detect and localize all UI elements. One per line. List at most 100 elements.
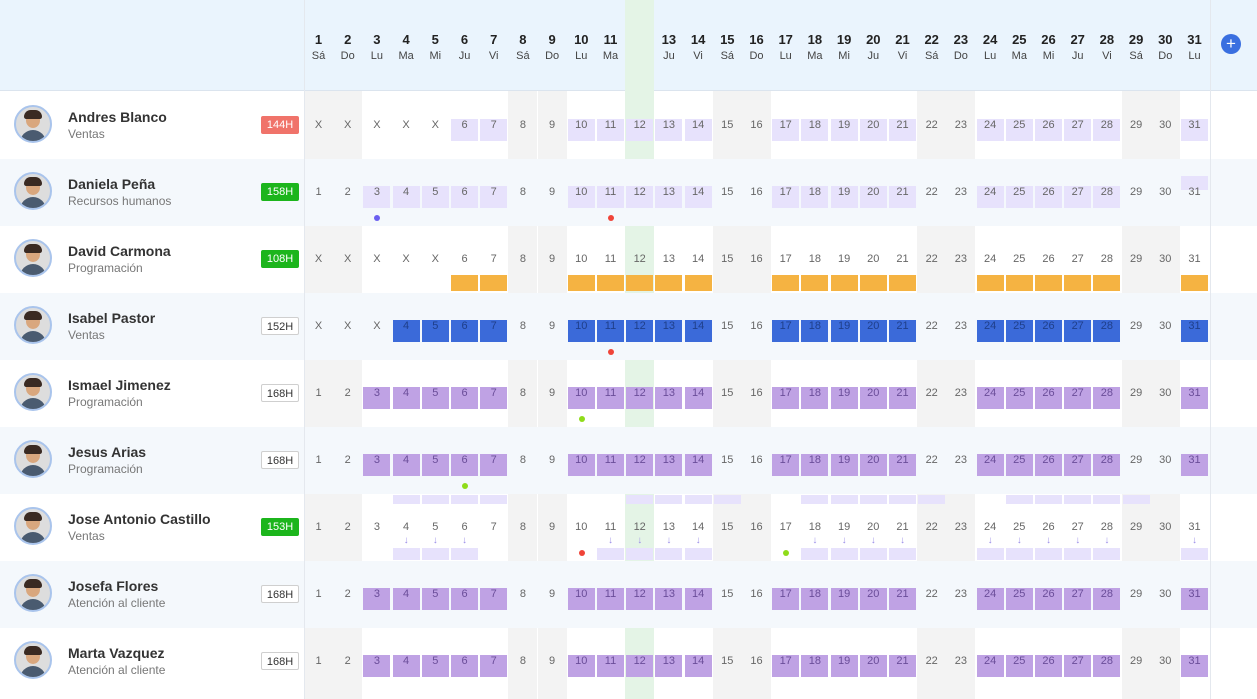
day-cell[interactable]: 31 [1180,387,1209,399]
day-cell[interactable]: 9 [538,454,567,466]
day-cell[interactable]: 3 [362,186,391,198]
day-cell[interactable]: 4 [392,588,421,600]
day-cell[interactable]: 5 [421,186,450,198]
day-cell[interactable]: 13 [654,454,683,466]
day-cell[interactable]: 3 [362,588,391,600]
event-dot[interactable] [578,550,585,556]
day-cell[interactable]: 18 [800,320,829,332]
day-cell[interactable]: 27 [1063,186,1092,198]
day-cell[interactable]: 31 [1180,253,1209,265]
day-cell[interactable]: 8 [508,320,537,332]
day-cell[interactable]: 16 [742,320,771,332]
day-cell[interactable]: 6 [450,119,479,131]
day-cell[interactable]: 20 [859,387,888,399]
day-cell[interactable]: 2 [333,655,362,667]
day-cell[interactable]: 21 [888,186,917,198]
day-cell[interactable]: 25 [1005,119,1034,131]
day-cell[interactable]: 23 [946,186,975,198]
day-cell[interactable]: 10 [567,588,596,600]
day-cell[interactable]: 7 [479,387,508,399]
day-cell[interactable]: 23 [946,320,975,332]
day-cell[interactable]: 8 [508,454,537,466]
day-cell[interactable]: 11 [596,320,625,332]
day-cell[interactable]: 26 [1034,320,1063,332]
day-cell[interactable]: 18 [800,588,829,600]
day-cell[interactable]: 18 [800,454,829,466]
day-cell[interactable]: 28 [1092,119,1121,131]
shift-block[interactable] [597,275,624,291]
shift-block[interactable] [1064,275,1092,291]
day-cell[interactable]: 9 [538,387,567,399]
day-cell[interactable]: 28 [1092,186,1121,198]
shift-block[interactable] [655,275,683,291]
day-cell[interactable]: 22 [917,320,946,332]
avatar[interactable] [14,440,52,478]
event-dot[interactable] [578,416,585,422]
day-header-6[interactable]: 6 Ju [450,0,479,90]
day-cell[interactable]: 13 [654,320,683,332]
day-cell[interactable]: 22 [917,655,946,667]
day-cell[interactable]: 6 [450,186,479,198]
day-cell[interactable]: 31 [1180,655,1209,667]
day-cell[interactable]: 7 [479,588,508,600]
day-cell[interactable]: 22 [917,521,946,533]
day-cell[interactable]: 4 [392,655,421,667]
day-cell[interactable]: 11 [596,119,625,131]
day-cell[interactable]: 15 [713,387,742,399]
employee-name[interactable]: Isabel Pastor [68,310,155,326]
day-cell[interactable]: 26 [1034,253,1063,265]
day-cell[interactable]: 8 [508,119,537,131]
day-cell[interactable]: 20 [859,588,888,600]
day-cell[interactable]: 8 [508,521,537,533]
day-header-1[interactable]: 1 Sá [304,0,333,90]
day-cell[interactable]: 13 [654,387,683,399]
day-cell[interactable]: 13 [654,655,683,667]
day-cell[interactable]: 17 [771,454,800,466]
day-cell[interactable]: 17 [771,588,800,600]
day-cell[interactable]: 12 [625,253,654,265]
day-cell[interactable]: 2 [333,186,362,198]
employee-name[interactable]: Daniela Peña [68,176,155,192]
day-cell[interactable]: 16 [742,119,771,131]
day-cell[interactable]: 18 [800,186,829,198]
day-cell[interactable]: 18 [800,387,829,399]
day-cell[interactable]: 5 [421,320,450,332]
day-cell[interactable]: 28 [1092,320,1121,332]
day-cell[interactable]: 17 [771,186,800,198]
day-cell[interactable]: 31 [1180,588,1209,600]
day-cell[interactable]: 1 [304,588,333,600]
employee-name[interactable]: Josefa Flores [68,578,158,594]
day-cell[interactable]: 23 [946,119,975,131]
day-header-30[interactable]: 30 Do [1151,0,1180,90]
day-cell[interactable]: 30 [1151,655,1180,667]
day-cell[interactable]: 4 [392,454,421,466]
day-cell[interactable]: 6 [450,588,479,600]
day-cell[interactable]: 21 [888,387,917,399]
avatar[interactable] [14,373,52,411]
day-cell[interactable]: 27 [1063,588,1092,600]
day-cell[interactable]: 16 [742,655,771,667]
day-cell[interactable]: 3 [362,454,391,466]
day-cell[interactable]: 12 [625,655,654,667]
day-cell[interactable]: 19 [830,588,859,600]
shift-block[interactable] [392,548,420,560]
day-cell[interactable]: 29 [1122,387,1151,399]
day-cell[interactable]: 30 [1151,521,1180,533]
day-cell[interactable]: 24 [976,387,1005,399]
day-cell[interactable]: 26 [1034,119,1063,131]
day-cell[interactable]: 28 [1092,253,1121,265]
day-cell[interactable]: 31 [1180,119,1209,131]
day-cell[interactable]: X [304,320,333,332]
day-cell[interactable]: 17 [771,655,800,667]
shift-block[interactable] [830,275,858,291]
day-cell[interactable]: 25 [1005,521,1034,533]
day-cell[interactable]: 13 [654,521,683,533]
day-cell[interactable]: 12 [625,119,654,131]
day-cell[interactable]: 19 [830,655,859,667]
day-cell[interactable]: 19 [830,387,859,399]
day-cell[interactable]: 24 [976,588,1005,600]
employee-name[interactable]: David Carmona [68,243,171,259]
day-cell[interactable]: 7 [479,186,508,198]
day-cell[interactable]: 31 [1180,186,1209,198]
day-header-17[interactable]: 17 Lu [771,0,800,90]
